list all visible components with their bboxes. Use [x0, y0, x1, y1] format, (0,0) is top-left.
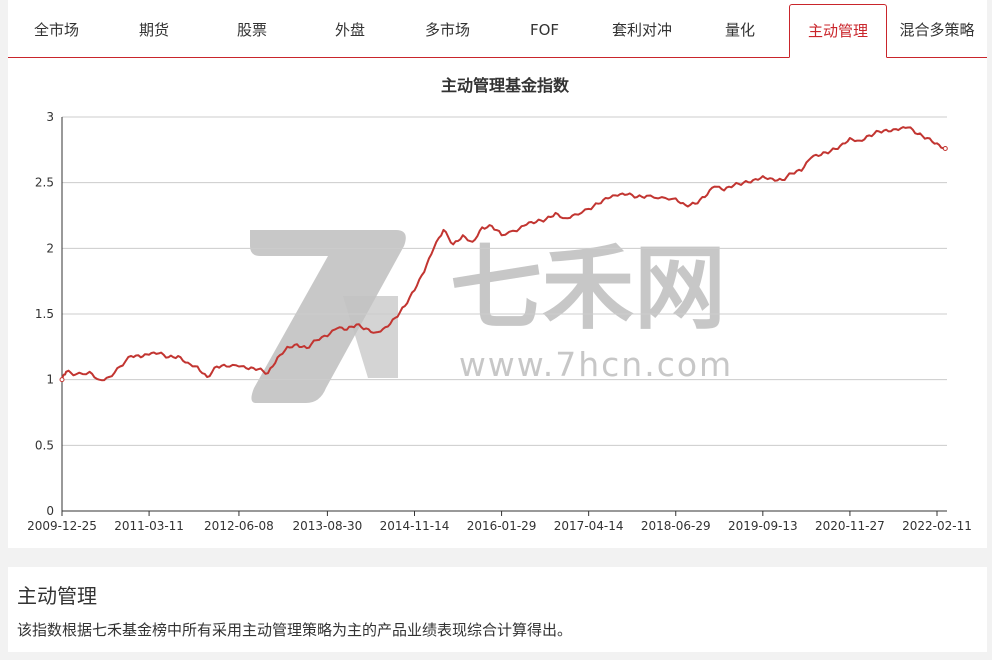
- y-tick-label-6: 3: [46, 110, 54, 124]
- x-tick-label-9: 2020-11-27: [815, 519, 885, 533]
- tab-9[interactable]: 混合多策略: [887, 4, 987, 57]
- x-tick-label-2: 2012-06-08: [204, 519, 274, 533]
- x-tick-label-1: 2011-03-11: [114, 519, 184, 533]
- x-tick-label-7: 2018-06-29: [641, 519, 711, 533]
- y-tick-label-3: 1.5: [35, 307, 54, 321]
- tab-5[interactable]: FOF: [496, 4, 593, 57]
- x-tick-label-5: 2016-01-29: [467, 519, 537, 533]
- y-tick-label-0: 0: [46, 504, 54, 518]
- tab-2[interactable]: 股票: [203, 4, 301, 57]
- description-text: 该指数根据七禾基金榜中所有采用主动管理策略为主的产品业绩表现综合计算得出。: [17, 621, 573, 639]
- tab-6[interactable]: 套利对冲: [593, 4, 691, 57]
- y-tick-label-4: 2: [46, 241, 54, 255]
- tab-4[interactable]: 多市场: [399, 4, 496, 57]
- series-start-point: [59, 377, 65, 383]
- description-title: 主动管理: [17, 584, 97, 608]
- y-tick-label-2: 1: [46, 373, 54, 387]
- chart-title: 主动管理基金指数: [441, 76, 570, 95]
- y-tick-label-5: 2.5: [35, 176, 54, 190]
- watermark-url: www.7hcn.com: [459, 345, 733, 384]
- tab-8[interactable]: 主动管理: [789, 4, 887, 58]
- series-end-point: [942, 146, 948, 152]
- x-tick-label-8: 2019-09-13: [728, 519, 798, 533]
- tab-1[interactable]: 期货: [105, 4, 203, 57]
- watermark-text: 七禾网: [450, 235, 726, 342]
- description-panel: 主动管理 该指数根据七禾基金榜中所有采用主动管理策略为主的产品业绩表现综合计算得…: [8, 567, 987, 652]
- x-tick-label-10: 2022-02-11: [902, 519, 972, 533]
- tab-7[interactable]: 量化: [691, 4, 789, 57]
- x-tick-label-3: 2013-08-30: [293, 519, 363, 533]
- x-tick-label-6: 2017-04-14: [554, 519, 624, 533]
- watermark-logo: 七禾网www.7hcn.com: [250, 230, 733, 403]
- x-tick-label-4: 2014-11-14: [380, 519, 450, 533]
- tab-3[interactable]: 外盘: [301, 4, 399, 57]
- y-tick-label-1: 0.5: [35, 438, 54, 452]
- strategy-tabs: 全市场 期货 股票 外盘 多市场 FOF 套利对冲 量化 主动管理 混合多策略: [8, 4, 987, 58]
- main-panel: 全市场 期货 股票 外盘 多市场 FOF 套利对冲 量化 主动管理 混合多策略 七禾网 www.7h…: [8, 0, 987, 548]
- index-chart: 七禾网www.7hcn.com 主动管理基金指数 0 0.5 1 1.5 2 2.5 3 2009…: [27, 76, 972, 533]
- x-tick-label-0: 2009-12-25: [27, 519, 97, 533]
- tab-0[interactable]: 全市场: [8, 4, 105, 57]
